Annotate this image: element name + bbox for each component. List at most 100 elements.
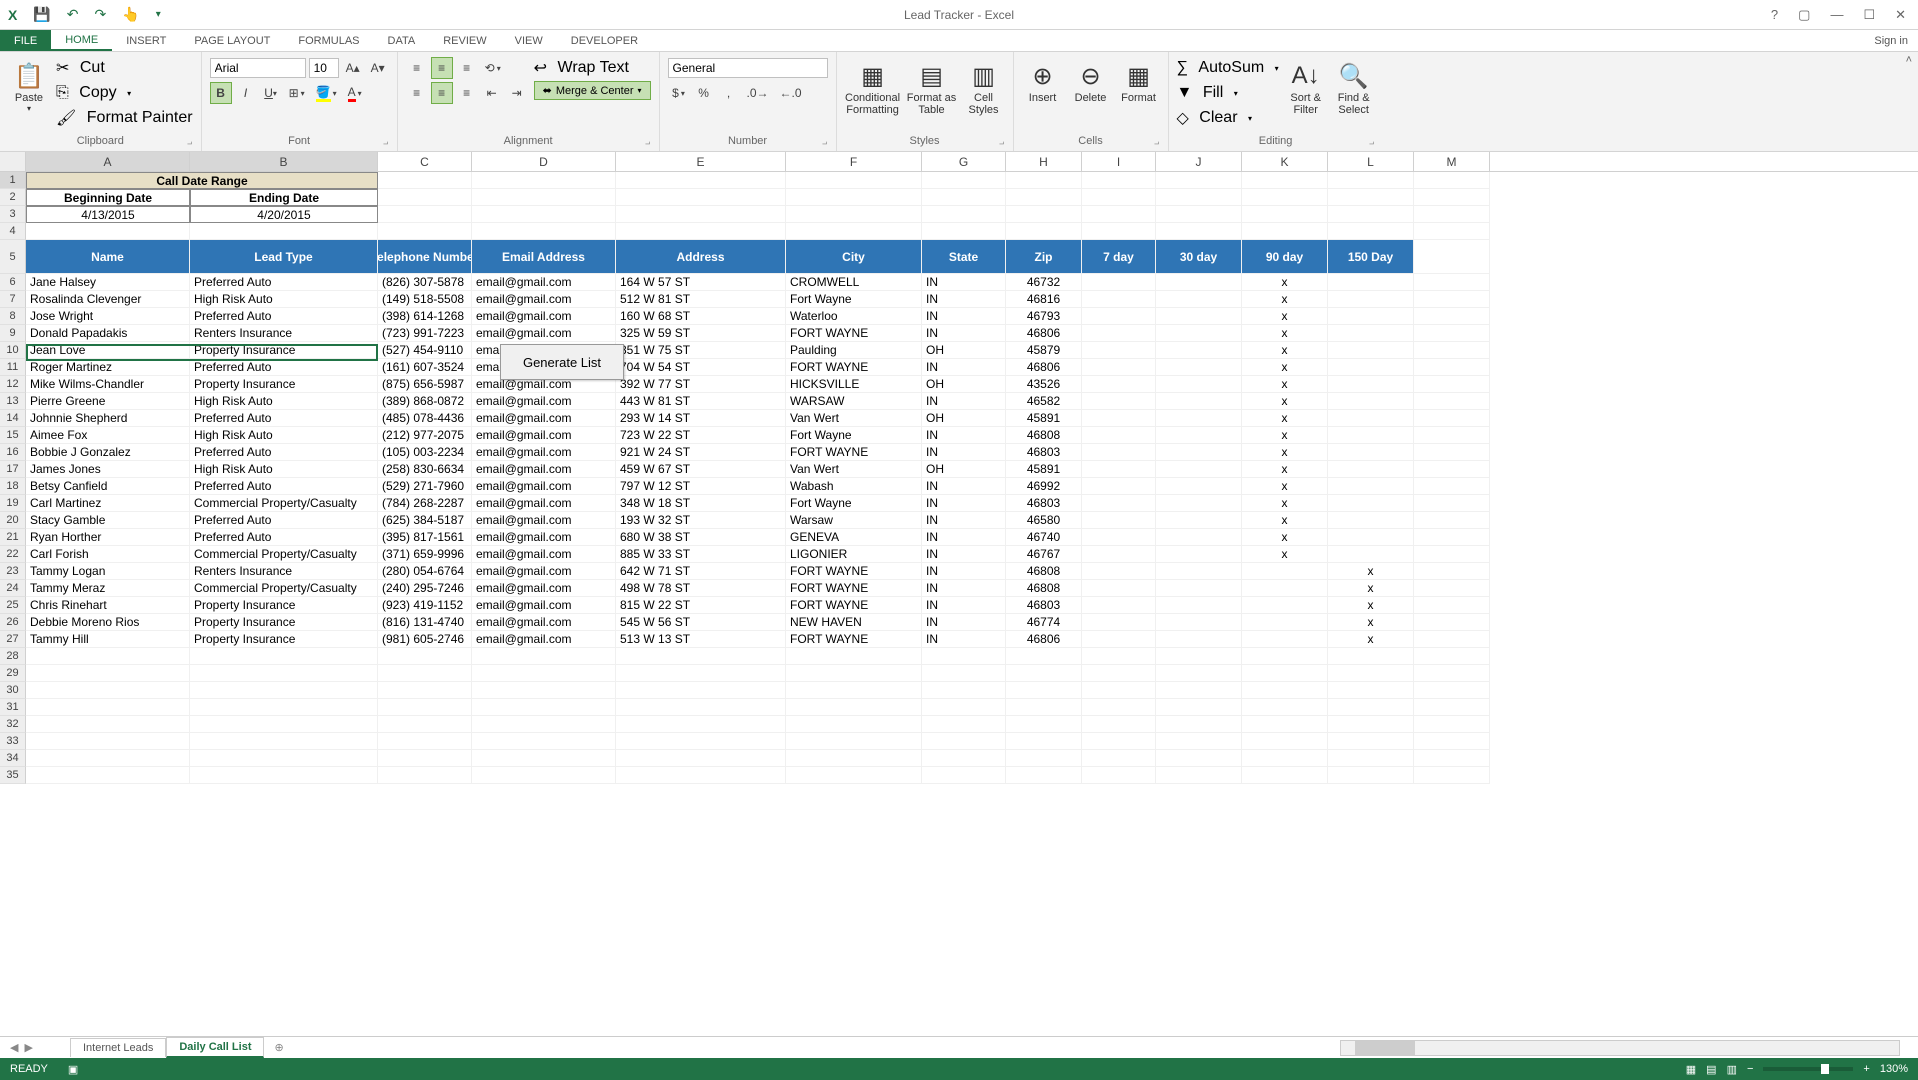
- cell[interactable]: [472, 682, 616, 699]
- cell[interactable]: [1082, 376, 1156, 393]
- cell[interactable]: [472, 223, 616, 240]
- row-header[interactable]: 24: [0, 580, 26, 597]
- cell[interactable]: [1328, 733, 1414, 750]
- cell[interactable]: [1082, 767, 1156, 784]
- cell[interactable]: [190, 648, 378, 665]
- row-header[interactable]: 6: [0, 274, 26, 291]
- cell[interactable]: [378, 733, 472, 750]
- cell-150day[interactable]: [1328, 291, 1414, 308]
- autosum-button[interactable]: ∑ AutoSum ▾: [1177, 56, 1279, 80]
- delete-cells-button[interactable]: ⊖Delete: [1070, 56, 1112, 104]
- zoom-out-icon[interactable]: −: [1747, 1063, 1753, 1075]
- cell[interactable]: [1156, 359, 1242, 376]
- cell-address[interactable]: 392 W 77 ST: [616, 376, 786, 393]
- row-header[interactable]: 13: [0, 393, 26, 410]
- cell[interactable]: [1082, 529, 1156, 546]
- cell-phone[interactable]: (212) 977-2075: [378, 427, 472, 444]
- cell-zip[interactable]: 46808: [1006, 580, 1082, 597]
- cell[interactable]: [616, 189, 786, 206]
- cell-name[interactable]: Tammy Logan: [26, 563, 190, 580]
- cell-address[interactable]: 723 W 22 ST: [616, 427, 786, 444]
- cell-lead-type[interactable]: Preferred Auto: [190, 410, 378, 427]
- tab-insert[interactable]: INSERT: [112, 30, 180, 51]
- cell-phone[interactable]: (161) 607-3524: [378, 359, 472, 376]
- cell-city[interactable]: CROMWELL: [786, 274, 922, 291]
- cell-city[interactable]: FORT WAYNE: [786, 580, 922, 597]
- cell-150day[interactable]: [1328, 393, 1414, 410]
- row-header[interactable]: 16: [0, 444, 26, 461]
- cell-150day[interactable]: [1328, 461, 1414, 478]
- view-page-layout-icon[interactable]: ▤: [1706, 1063, 1716, 1076]
- tab-formulas[interactable]: FORMULAS: [284, 30, 373, 51]
- cell[interactable]: [190, 223, 378, 240]
- cell[interactable]: [378, 665, 472, 682]
- zoom-slider[interactable]: [1763, 1067, 1853, 1071]
- cell-email[interactable]: email@gmail.com: [472, 563, 616, 580]
- cell[interactable]: [1082, 461, 1156, 478]
- cell-phone[interactable]: (723) 991-7223: [378, 325, 472, 342]
- qat-customize-icon[interactable]: ▾: [156, 9, 161, 20]
- cell[interactable]: [26, 648, 190, 665]
- merge-center-button[interactable]: ⬌Merge & Center▾: [534, 81, 651, 100]
- cell-state[interactable]: IN: [922, 359, 1006, 376]
- cell-zip[interactable]: 46793: [1006, 308, 1082, 325]
- table-header[interactable]: Telephone Number: [378, 240, 472, 274]
- cell-email[interactable]: email@gmail.com: [472, 393, 616, 410]
- cell[interactable]: [922, 716, 1006, 733]
- col-F[interactable]: F: [786, 152, 922, 171]
- cell[interactable]: [1414, 206, 1490, 223]
- cell[interactable]: [1006, 223, 1082, 240]
- cell-lead-type[interactable]: Property Insurance: [190, 342, 378, 359]
- cell[interactable]: [1414, 376, 1490, 393]
- cell-90day[interactable]: x: [1242, 546, 1328, 563]
- cell[interactable]: [1156, 189, 1242, 206]
- decrease-font-icon[interactable]: A▾: [367, 57, 389, 79]
- scroll-thumb[interactable]: [1355, 1041, 1415, 1055]
- cell-150day[interactable]: [1328, 308, 1414, 325]
- cell-state[interactable]: IN: [922, 546, 1006, 563]
- cell-city[interactable]: Van Wert: [786, 461, 922, 478]
- cell[interactable]: [1156, 546, 1242, 563]
- tab-developer[interactable]: DEVELOPER: [557, 30, 652, 51]
- cell[interactable]: [1414, 580, 1490, 597]
- tab-file[interactable]: FILE: [0, 30, 51, 51]
- cell[interactable]: [1414, 614, 1490, 631]
- cell[interactable]: [1082, 665, 1156, 682]
- cell[interactable]: [1156, 529, 1242, 546]
- fill-button[interactable]: ▼ Fill ▾: [1177, 81, 1279, 105]
- cell[interactable]: [378, 699, 472, 716]
- cell-city[interactable]: LIGONIER: [786, 546, 922, 563]
- cell-address[interactable]: 815 W 22 ST: [616, 597, 786, 614]
- cell[interactable]: [1156, 648, 1242, 665]
- cell[interactable]: [1006, 733, 1082, 750]
- cell[interactable]: [1242, 733, 1328, 750]
- cell-150day[interactable]: [1328, 359, 1414, 376]
- cell-state[interactable]: IN: [922, 631, 1006, 648]
- cell-address[interactable]: 545 W 56 ST: [616, 614, 786, 631]
- cell[interactable]: [1156, 631, 1242, 648]
- cell-lead-type[interactable]: Preferred Auto: [190, 444, 378, 461]
- cell[interactable]: [616, 750, 786, 767]
- cell-email[interactable]: email@gmail.com: [472, 461, 616, 478]
- cell-phone[interactable]: (625) 384-5187: [378, 512, 472, 529]
- cell-zip[interactable]: 43526: [1006, 376, 1082, 393]
- cell[interactable]: [616, 699, 786, 716]
- horizontal-scrollbar[interactable]: [1340, 1040, 1900, 1056]
- cell-150day[interactable]: [1328, 427, 1414, 444]
- cell[interactable]: [1082, 716, 1156, 733]
- sign-in-link[interactable]: Sign in: [1874, 30, 1918, 51]
- cell[interactable]: [1156, 750, 1242, 767]
- cell-lead-type[interactable]: Preferred Auto: [190, 308, 378, 325]
- cell[interactable]: [1242, 172, 1328, 189]
- cell[interactable]: [1242, 206, 1328, 223]
- table-header[interactable]: 30 day: [1156, 240, 1242, 274]
- cell-name[interactable]: Rosalinda Clevenger: [26, 291, 190, 308]
- number-format-input[interactable]: [668, 58, 828, 78]
- cell-phone[interactable]: (371) 659-9996: [378, 546, 472, 563]
- touch-mode-icon[interactable]: 👆: [122, 6, 139, 23]
- cell-phone[interactable]: (258) 830-6634: [378, 461, 472, 478]
- cell-city[interactable]: Waterloo: [786, 308, 922, 325]
- cell[interactable]: [1242, 750, 1328, 767]
- cell-address[interactable]: 921 W 24 ST: [616, 444, 786, 461]
- row-header[interactable]: 22: [0, 546, 26, 563]
